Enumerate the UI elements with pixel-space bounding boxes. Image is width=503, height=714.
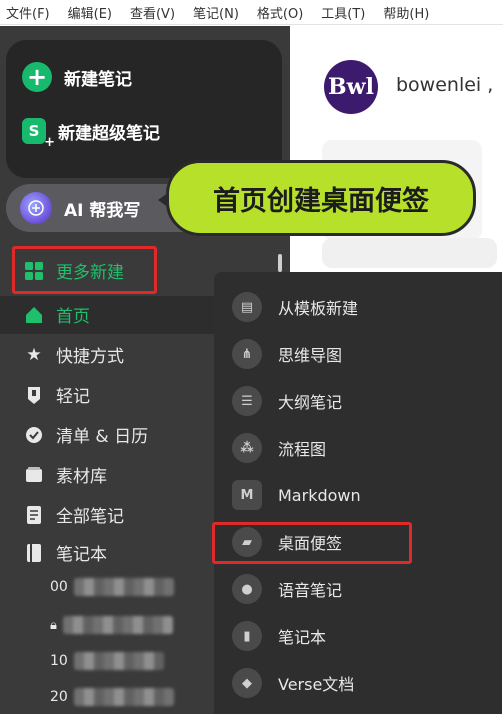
menu-edit[interactable]: 编辑(E) bbox=[68, 3, 112, 22]
sidebar-item-all-notes[interactable]: 全部笔记 bbox=[24, 502, 124, 527]
notebook-icon: ▮ bbox=[232, 621, 262, 651]
home-icon bbox=[24, 305, 44, 325]
sidebar-item-todo-calendar[interactable]: 清单 & 日历 bbox=[24, 422, 148, 447]
menu-view[interactable]: 查看(V) bbox=[130, 3, 175, 22]
content-card bbox=[322, 238, 497, 268]
blurred-text bbox=[73, 652, 164, 670]
sidebar-item-label: 全部笔记 bbox=[56, 507, 124, 527]
ai-write-label: AI 帮我写 bbox=[64, 200, 141, 221]
lock-icon: 🔒︎ bbox=[50, 617, 57, 633]
notes-icon bbox=[24, 505, 44, 525]
mindmap-icon: ⋔ bbox=[232, 339, 262, 369]
notebook-item[interactable]: 10 bbox=[50, 652, 164, 670]
notebook-name-prefix: 10 bbox=[50, 653, 68, 669]
submenu-item-markdown[interactable]: M Markdown bbox=[232, 480, 361, 510]
library-icon bbox=[24, 465, 44, 485]
new-super-note-label: 新建超级笔记 bbox=[58, 123, 160, 144]
scrollbar[interactable] bbox=[278, 254, 282, 272]
highlight-sticky-note bbox=[212, 522, 412, 564]
submenu-item-label: 笔记本 bbox=[278, 628, 327, 647]
sidebar-item-label: 快捷方式 bbox=[56, 347, 124, 367]
sidebar-item-label: 首页 bbox=[56, 307, 90, 327]
sidebar-item-label: 素材库 bbox=[56, 467, 107, 487]
more-new-submenu: ▤ 从模板新建 ⋔ 思维导图 ☰ 大纲笔记 ⁂ 流程图 M Markdown ▰… bbox=[214, 272, 502, 714]
submenu-item-flowchart[interactable]: ⁂ 流程图 bbox=[232, 433, 326, 463]
new-note-panel: + 新建笔记 S 新建超级笔记 bbox=[6, 40, 282, 178]
submenu-item-label: Markdown bbox=[278, 485, 361, 505]
sidebar-item-notebooks[interactable]: 笔记本 bbox=[24, 540, 107, 565]
flowchart-icon: ⁂ bbox=[232, 433, 262, 463]
menu-format[interactable]: 格式(O) bbox=[257, 3, 303, 22]
blurred-text bbox=[73, 578, 174, 596]
submenu-item-notebook[interactable]: ▮ 笔记本 bbox=[232, 621, 326, 651]
outline-icon: ☰ bbox=[232, 386, 262, 416]
submenu-item-verse[interactable]: ◆ Verse文档 bbox=[232, 668, 354, 698]
ai-icon bbox=[20, 192, 52, 224]
submenu-item-template[interactable]: ▤ 从模板新建 bbox=[232, 292, 358, 322]
notebook-item[interactable]: 00 bbox=[50, 578, 174, 596]
submenu-item-mindmap[interactable]: ⋔ 思维导图 bbox=[232, 339, 342, 369]
check-circle-icon bbox=[24, 425, 44, 445]
star-icon: ★ bbox=[26, 344, 42, 365]
username: bowenlei , bbox=[396, 74, 494, 96]
menu-file[interactable]: 文件(F) bbox=[6, 3, 50, 22]
submenu-item-outline[interactable]: ☰ 大纲笔记 bbox=[232, 386, 342, 416]
submenu-item-voice-note[interactable]: ● 语音笔记 bbox=[232, 574, 342, 604]
sidebar-item-label: 轻记 bbox=[56, 387, 90, 407]
new-note-button[interactable]: + 新建笔记 bbox=[22, 62, 132, 92]
menu-bar: 文件(F) 编辑(E) 查看(V) 笔记(N) 格式(O) 工具(T) 帮助(H… bbox=[0, 0, 503, 25]
blurred-text bbox=[62, 616, 173, 634]
microphone-icon: ● bbox=[232, 574, 262, 604]
quick-note-icon bbox=[24, 385, 44, 405]
template-icon: ▤ bbox=[232, 292, 262, 322]
notebook-item[interactable]: 20 bbox=[50, 688, 174, 706]
annotation-callout: 首页创建桌面便签 bbox=[166, 160, 476, 236]
menu-help[interactable]: 帮助(H) bbox=[383, 3, 429, 22]
sidebar-item-label: 笔记本 bbox=[56, 545, 107, 565]
submenu-item-label: 从模板新建 bbox=[278, 299, 359, 318]
notebook-name-prefix: 20 bbox=[50, 689, 68, 705]
sidebar-item-home[interactable]: 首页 bbox=[24, 302, 90, 327]
menu-note[interactable]: 笔记(N) bbox=[193, 3, 239, 22]
submenu-item-label: 语音笔记 bbox=[278, 581, 343, 600]
sidebar-item-quick-note[interactable]: 轻记 bbox=[24, 382, 90, 407]
sidebar-item-label: 清单 & 日历 bbox=[56, 427, 149, 447]
submenu-item-label: Verse文档 bbox=[278, 675, 355, 694]
sidebar-item-library[interactable]: 素材库 bbox=[24, 462, 107, 487]
new-note-label: 新建笔记 bbox=[64, 69, 132, 90]
plus-icon: + bbox=[22, 62, 52, 92]
highlight-more-new bbox=[12, 246, 157, 294]
blurred-text bbox=[73, 688, 174, 706]
avatar[interactable]: Bwl bbox=[324, 60, 378, 114]
notebook-name-prefix: 00 bbox=[50, 579, 68, 595]
notebook-icon bbox=[24, 543, 44, 563]
markdown-icon: M bbox=[232, 480, 262, 510]
super-note-icon: S bbox=[22, 118, 55, 150]
notebook-item[interactable]: 🔒︎ bbox=[50, 616, 173, 634]
submenu-item-label: 思维导图 bbox=[278, 346, 343, 365]
new-super-note-button[interactable]: S 新建超级笔记 bbox=[22, 118, 160, 150]
sidebar-item-shortcuts[interactable]: ★ 快捷方式 bbox=[24, 342, 124, 368]
verse-icon: ◆ bbox=[232, 668, 262, 698]
menu-tools[interactable]: 工具(T) bbox=[321, 3, 365, 22]
submenu-item-label: 大纲笔记 bbox=[278, 393, 343, 412]
submenu-item-label: 流程图 bbox=[278, 440, 327, 459]
